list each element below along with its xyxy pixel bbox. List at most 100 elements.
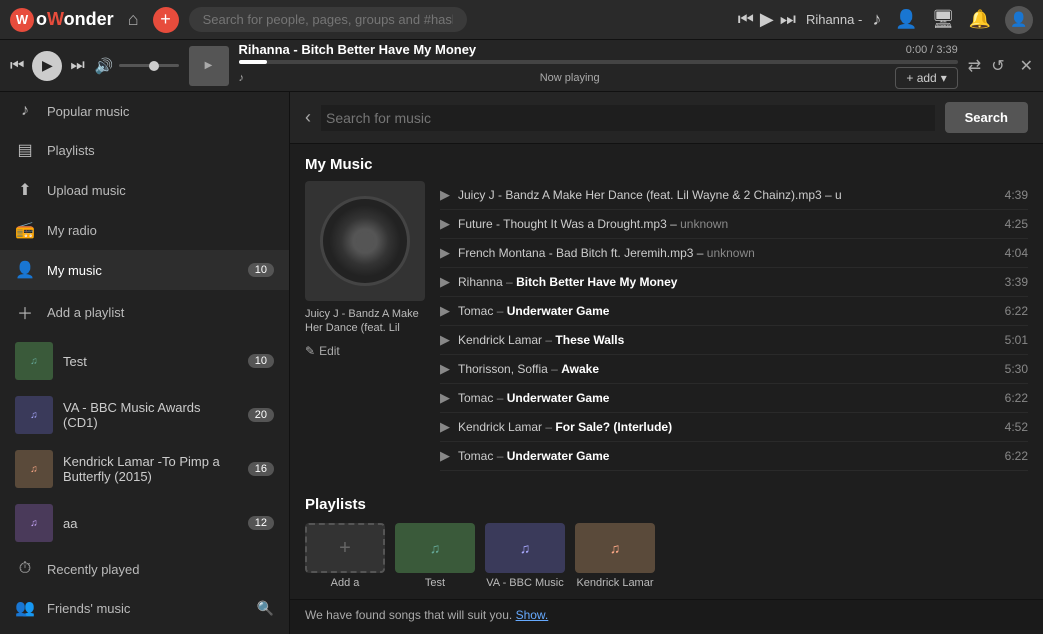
playlist-badge-test: 10 — [248, 354, 274, 368]
playlist-thumb-va: ♫ — [15, 396, 53, 434]
desktop-icon[interactable]: 🖥 — [932, 9, 955, 30]
playlist-item-test[interactable]: ♫ Test 10 — [0, 334, 289, 388]
playlist-card-thumb-kendrick: ♫ — [575, 523, 655, 573]
profile-icon[interactable]: 👤 — [895, 9, 917, 30]
sidebar-item-my-music[interactable]: 👤 My music 10 — [0, 250, 289, 290]
track-play-icon[interactable]: ▶ — [440, 187, 450, 203]
playlist-info-test: Test — [63, 354, 238, 369]
logo-w: W — [10, 8, 34, 32]
upload-icon: ⬆ — [15, 180, 35, 200]
pencil-icon: ✎ — [305, 344, 315, 358]
playlist-card-label-va: VA - BBC Music — [485, 577, 565, 589]
playlist-thumb-test: ♫ — [15, 342, 53, 380]
track-duration: 5:30 — [993, 362, 1028, 376]
playlist-info-kendrick: Kendrick Lamar -To Pimp a Butterfly (201… — [63, 454, 238, 484]
sidebar-item-my-radio[interactable]: 📻 My radio — [0, 210, 289, 250]
playlist-card-label-test: Test — [395, 577, 475, 589]
rewind-icon[interactable]: ⏮ — [738, 9, 754, 30]
repeat-button[interactable]: ↺ — [991, 56, 1004, 76]
shuffle-button[interactable]: ⇄ — [968, 56, 981, 76]
friends-search-icon[interactable]: 🔍 — [257, 600, 274, 617]
track-duration: 6:22 — [993, 391, 1028, 405]
track-row[interactable]: ▶Juicy J - Bandz A Make Her Dance (feat.… — [440, 181, 1028, 210]
track-play-icon[interactable]: ▶ — [440, 419, 450, 435]
track-play-icon[interactable]: ▶ — [440, 303, 450, 319]
play-pause-icon[interactable]: ▶ — [760, 9, 774, 30]
playlists-section: Playlists + Add a ♫ Test ♫ — [290, 486, 1043, 599]
sidebar-item-recently-played[interactable]: ⏱ Recently played — [0, 550, 289, 588]
add-playlist-icon: ＋ — [15, 300, 35, 324]
sidebar-item-add-playlist[interactable]: ＋ Add a playlist — [0, 290, 289, 334]
sidebar-label-popular-music: Popular music — [47, 104, 274, 119]
bell-icon[interactable]: 🔔 — [969, 9, 991, 30]
show-link[interactable]: Show. — [516, 608, 549, 622]
track-row[interactable]: ▶Tomac – Underwater Game6:22 — [440, 442, 1028, 471]
track-row[interactable]: ▶Kendrick Lamar – These Walls5:01 — [440, 326, 1028, 355]
track-row[interactable]: ▶Tomac – Underwater Game6:22 — [440, 297, 1028, 326]
track-play-icon[interactable]: ▶ — [440, 332, 450, 348]
player-bar: ⏮ ▶ ⏭ 🔊 ▶ Rihanna - Bitch Better Have My… — [0, 40, 1043, 92]
track-play-icon[interactable]: ▶ — [440, 274, 450, 290]
home-button[interactable]: ⌂ — [124, 5, 143, 34]
album-cover — [305, 181, 425, 301]
next-button[interactable]: ⏭ — [70, 57, 84, 75]
edit-album-button[interactable]: ✎ Edit — [305, 344, 340, 358]
add-to-playlist-button[interactable]: + add ▾ — [895, 67, 957, 89]
track-row[interactable]: ▶Thorisson, Soffia – Awake5:30 — [440, 355, 1028, 384]
track-duration: 3:39 — [993, 275, 1028, 289]
sidebar-item-upload-music[interactable]: ⬆ Upload music — [0, 170, 289, 210]
playlist-item-aa[interactable]: ♫ aa 12 — [0, 496, 289, 550]
nav-search-input[interactable] — [189, 7, 468, 32]
close-player-button[interactable]: ✕ — [1020, 56, 1033, 76]
player-thumbnail: ▶ — [189, 46, 229, 86]
sidebar-item-popular-music[interactable]: ♪ Popular music — [0, 92, 289, 130]
fast-forward-icon[interactable]: ⏭ — [780, 9, 796, 30]
track-row[interactable]: ▶Kendrick Lamar – For Sale? (Interlude)4… — [440, 413, 1028, 442]
album-disc — [320, 196, 410, 286]
playlist-item-va[interactable]: ♫ VA - BBC Music Awards (CD1) 20 — [0, 388, 289, 442]
track-text: Tomac – Underwater Game — [458, 391, 985, 405]
playlist-card-kendrick[interactable]: ♫ Kendrick Lamar — [575, 523, 655, 589]
album-title: Juicy J - Bandz A Make Her Dance (feat. … — [305, 307, 425, 336]
playlist-card-add[interactable]: + Add a — [305, 523, 385, 589]
app-logo: W oWonder — [10, 8, 114, 32]
playlist-card-label-kendrick: Kendrick Lamar — [575, 577, 655, 589]
logo-text: oWonder — [36, 9, 114, 30]
volume-icon[interactable]: 🔊 — [95, 57, 114, 75]
back-button[interactable]: ‹ — [305, 107, 311, 128]
search-button[interactable]: Search — [945, 102, 1028, 133]
progress-bar[interactable] — [239, 60, 958, 64]
track-play-icon[interactable]: ▶ — [440, 361, 450, 377]
track-row[interactable]: ▶French Montana - Bad Bitch ft. Jeremih.… — [440, 239, 1028, 268]
track-text: Kendrick Lamar – For Sale? (Interlude) — [458, 420, 985, 434]
prev-button[interactable]: ⏮ — [10, 57, 24, 75]
top-navigation: W oWonder ⌂ + ⏮ ▶ ⏭ Rihanna - ♪ 👤 🖥 🔔 👤 — [0, 0, 1043, 40]
sidebar-item-friends-music[interactable]: 👥 Friends' music 🔍 — [0, 588, 289, 628]
track-row[interactable]: ▶Future - Thought It Was a Drought.mp3 –… — [440, 210, 1028, 239]
playlist-card-test[interactable]: ♫ Test — [395, 523, 475, 589]
avatar[interactable]: 👤 — [1005, 6, 1033, 34]
volume-control: 🔊 — [95, 57, 179, 75]
play-button[interactable]: ▶ — [32, 51, 62, 81]
track-play-icon[interactable]: ▶ — [440, 448, 450, 464]
track-play-icon[interactable]: ▶ — [440, 216, 450, 232]
playlist-card-va[interactable]: ♫ VA - BBC Music — [485, 523, 565, 589]
track-row[interactable]: ▶Rihanna – Bitch Better Have My Money3:3… — [440, 268, 1028, 297]
sidebar-item-playlists[interactable]: ▤ Playlists — [0, 130, 289, 170]
track-play-icon[interactable]: ▶ — [440, 245, 450, 261]
playlists-section-title: Playlists — [305, 496, 1028, 523]
playlist-card-thumb-add: + — [305, 523, 385, 573]
track-play-icon[interactable]: ▶ — [440, 390, 450, 406]
playlist-name-va: VA - BBC Music Awards (CD1) — [63, 400, 238, 430]
track-row[interactable]: ▶ Tomac – Underwater Game 6:22 — [440, 384, 1028, 413]
sidebar-item-demo-user[interactable]: 👤 DemoUser 1 — [0, 628, 289, 634]
sidebar-label-add-playlist: Add a playlist — [47, 305, 274, 320]
playlist-info-va: VA - BBC Music Awards (CD1) — [63, 400, 238, 430]
music-note-small: ♪ — [239, 72, 245, 84]
playlist-item-kendrick[interactable]: ♫ Kendrick Lamar -To Pimp a Butterfly (2… — [0, 442, 289, 496]
search-music-input[interactable] — [321, 105, 935, 131]
progress-section: Rihanna - Bitch Better Have My Money 0:0… — [239, 42, 958, 89]
my-music-badge: 10 — [248, 263, 274, 277]
volume-slider[interactable] — [119, 64, 179, 67]
create-button[interactable]: + — [153, 7, 179, 33]
